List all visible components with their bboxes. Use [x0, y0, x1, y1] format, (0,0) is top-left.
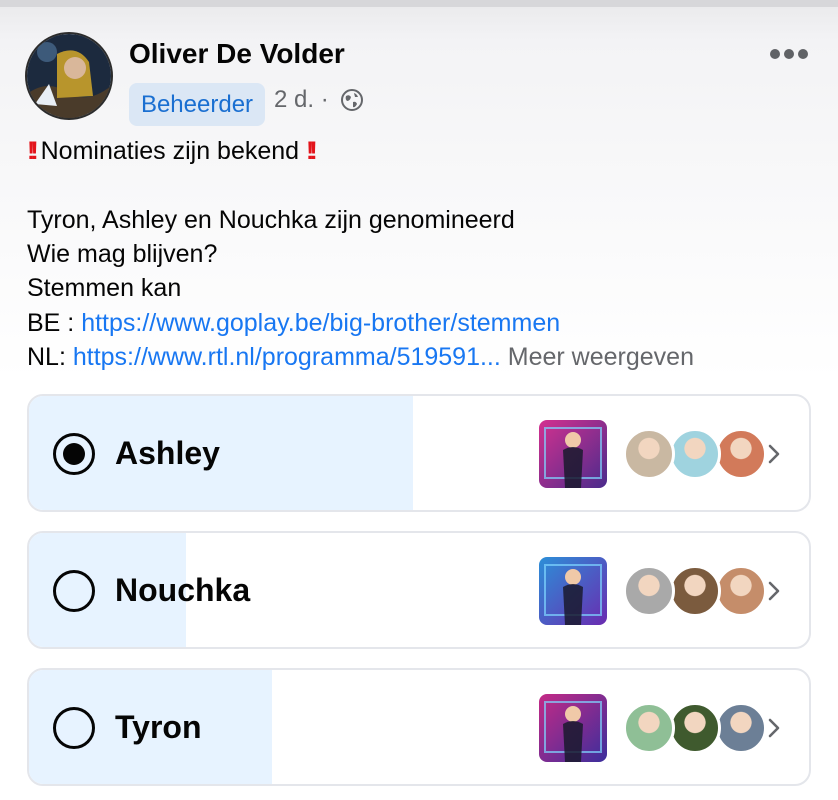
voter-avatar[interactable] — [623, 428, 675, 480]
be-prefix: BE : — [27, 309, 75, 337]
chevron-right-icon[interactable] — [767, 717, 781, 739]
be-line: BE : https://www.goplay.be/big-brother/s… — [27, 306, 560, 340]
poll-option-tyron[interactable]: Tyron — [27, 668, 811, 786]
voter-avatar[interactable] — [669, 428, 721, 480]
voter-avatar[interactable] — [715, 428, 767, 480]
voter-avatar[interactable] — [669, 702, 721, 754]
radio-button[interactable] — [53, 707, 95, 749]
voter-avatar[interactable] — [623, 702, 675, 754]
author-name[interactable]: Oliver De Volder — [129, 38, 345, 70]
more-horizontal-icon[interactable] — [770, 45, 810, 65]
see-more-link[interactable]: Meer weergeven — [508, 343, 694, 371]
vote-intro-text: Stemmen kan — [27, 274, 182, 302]
candidate-photo — [539, 420, 607, 488]
nl-vote-link[interactable]: https://www.rtl.nl/programma/519591... — [73, 343, 501, 371]
author-avatar[interactable] — [25, 32, 113, 120]
voter-avatar[interactable] — [715, 702, 767, 754]
be-vote-link[interactable]: https://www.goplay.be/big-brother/stemme… — [81, 309, 560, 337]
candidate-photo — [539, 557, 607, 625]
candidate-photo — [539, 694, 607, 762]
option-label: Nouchka — [115, 572, 251, 608]
globe-icon — [341, 89, 363, 111]
chevron-right-icon[interactable] — [767, 443, 781, 465]
headline-line: !! Nominaties zijn bekend !! — [27, 134, 317, 168]
nl-line: NL: https://www.rtl.nl/programma/519591.… — [27, 340, 694, 374]
voter-avatar[interactable] — [669, 565, 721, 617]
top-divider — [0, 0, 838, 7]
radio-button[interactable] — [53, 570, 95, 612]
role-badge: Beheerder — [129, 83, 265, 126]
voter-avatar[interactable] — [623, 565, 675, 617]
double-exclamation-icon: !! — [27, 137, 38, 165]
poll-option-nouchka[interactable]: Nouchka — [27, 531, 811, 649]
double-exclamation-icon: !! — [306, 137, 317, 165]
radio-button[interactable] — [53, 433, 95, 475]
poll-option-ashley[interactable]: Ashley — [27, 394, 811, 512]
radio-selected-dot — [63, 443, 85, 465]
option-label: Tyron — [115, 709, 202, 745]
nl-prefix: NL: — [27, 343, 66, 371]
chevron-right-icon[interactable] — [767, 580, 781, 602]
voter-avatar[interactable] — [715, 565, 767, 617]
timestamp[interactable]: 2 d. · — [274, 86, 329, 114]
nominees-text: Tyron, Ashley en Nouchka zijn genomineer… — [27, 206, 515, 234]
question-text: Wie mag blijven? — [27, 240, 218, 268]
headline-text: Nominaties zijn bekend — [40, 137, 300, 165]
option-label: Ashley — [115, 435, 220, 471]
